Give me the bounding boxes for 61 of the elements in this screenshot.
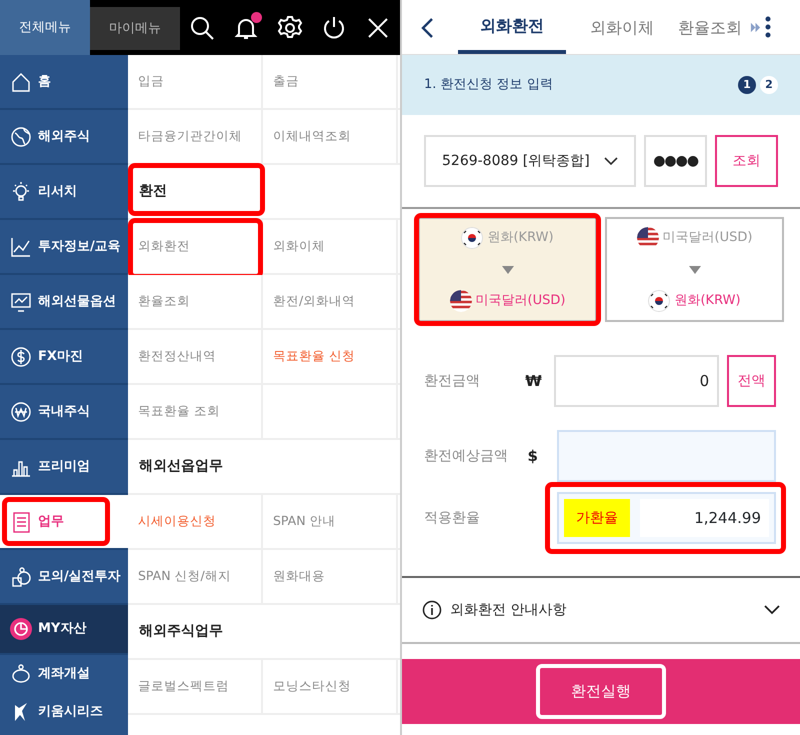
- exchange-rate-value: 1,244.99: [640, 499, 769, 537]
- more-vertical-icon[interactable]: [765, 16, 771, 38]
- currency-symbol: $: [528, 446, 539, 467]
- sidebar-item[interactable]: MY자산: [0, 605, 128, 655]
- currency-direction-option[interactable]: 미국달러(USD) 원화(KRW): [605, 217, 784, 322]
- lightbulb-icon: [10, 180, 32, 202]
- chevron-down-icon: [604, 157, 618, 165]
- dollar-icon: [10, 346, 32, 368]
- section-heading: 해외선옵업무: [139, 457, 223, 476]
- info-icon: [422, 600, 442, 620]
- globe-icon: [10, 126, 32, 148]
- currency-label: 원화(KRW): [674, 292, 741, 310]
- full-amount-button[interactable]: 전액: [727, 355, 776, 407]
- amount-input[interactable]: 0: [554, 355, 720, 407]
- search-button[interactable]: 조회: [715, 135, 778, 187]
- section-heading: 해외주식업무: [139, 622, 223, 641]
- step-indicator: 2: [760, 76, 778, 94]
- korea-flag-icon: [648, 290, 670, 312]
- field-label: 환전예상금액: [424, 446, 509, 466]
- power-icon[interactable]: [321, 14, 347, 40]
- won-icon: [10, 400, 32, 422]
- search-icon[interactable]: [189, 14, 215, 40]
- menu-link[interactable]: 외화환전: [128, 220, 263, 273]
- menu-tab[interactable]: 전체메뉴: [0, 0, 90, 55]
- sidebar-item[interactable]: 투자정보/교육: [0, 220, 128, 275]
- currency-label: 미국달러(USD): [662, 229, 752, 248]
- field-label: 환전금액: [424, 372, 481, 390]
- line-chart-icon: [10, 236, 32, 258]
- down-triangle-icon: [688, 266, 700, 274]
- home-icon: [10, 70, 32, 92]
- monitor-chart-icon: [10, 290, 32, 312]
- section-heading: 환전: [139, 182, 167, 201]
- sidebar-item[interactable]: 리서치: [0, 165, 128, 220]
- menu-tab[interactable]: 마이메뉴: [90, 7, 180, 50]
- pie-chart-icon: [10, 618, 32, 640]
- notice-toggle[interactable]: 외화환전 안내사항: [402, 576, 800, 644]
- sidebar-item[interactable]: 키움시리즈: [0, 693, 128, 731]
- currency-label: 미국달러(USD): [476, 292, 566, 310]
- down-triangle-icon: [502, 266, 514, 274]
- currency-symbol: ₩: [525, 370, 543, 392]
- step-title: 1. 환전신청 정보 입력: [424, 76, 553, 94]
- settings-icon[interactable]: [277, 14, 303, 40]
- menu-link[interactable]: 환율조회: [128, 275, 263, 328]
- execute-exchange-button[interactable]: 환전실행: [536, 664, 666, 719]
- tab[interactable]: 환율조회: [678, 1, 742, 54]
- currency-label: 원화(KRW): [487, 229, 554, 248]
- tab[interactable]: 외화이체: [590, 1, 654, 54]
- back-button[interactable]: [420, 15, 434, 39]
- chevron-left-icon: [420, 16, 434, 39]
- step-indicator: 1: [738, 76, 756, 94]
- sidebar-item[interactable]: 계좌개설: [0, 655, 128, 693]
- expected-amount-field[interactable]: [557, 430, 776, 482]
- coins-icon: [10, 566, 32, 588]
- account-select[interactable]: 5269-8089 [위탁종합]: [424, 135, 636, 187]
- field-label: 적용환율: [424, 508, 481, 528]
- provisional-rate-badge: 가환율: [564, 499, 630, 537]
- korea-flag-icon: [461, 227, 484, 249]
- sidebar-item[interactable]: 업무: [0, 495, 128, 550]
- password-field[interactable]: ●●●●: [644, 135, 707, 187]
- double-chevron-right-icon[interactable]: [750, 22, 761, 32]
- us-flag-icon: [450, 290, 472, 312]
